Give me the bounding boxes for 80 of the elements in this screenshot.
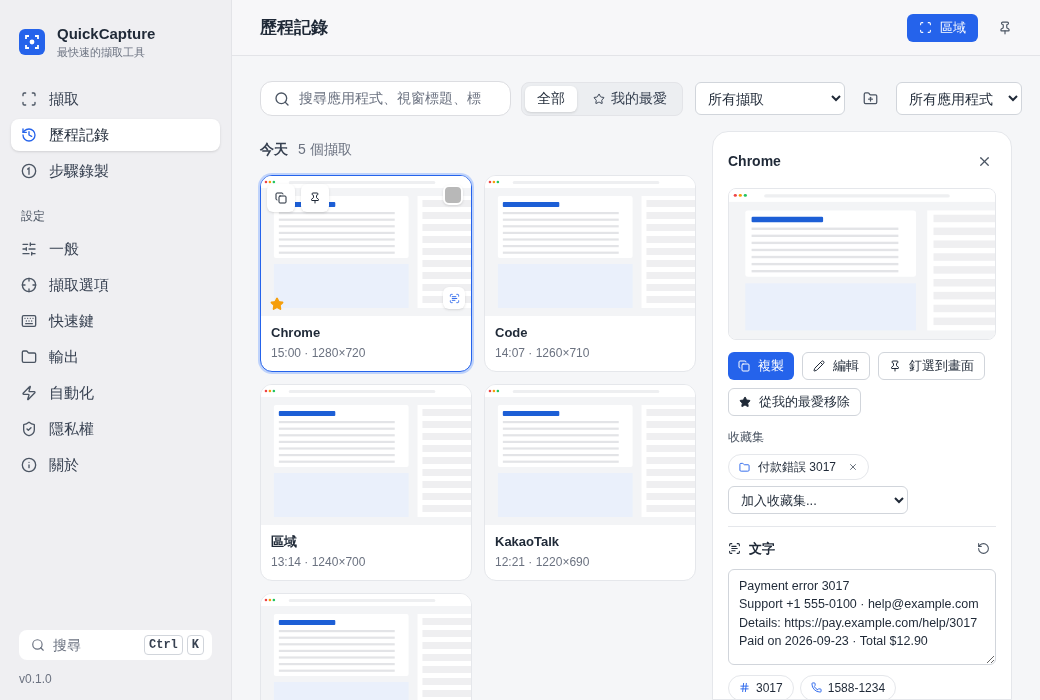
sidebar-item[interactable]: 歷程記錄 — [11, 119, 220, 151]
history-icon — [21, 127, 37, 143]
capture-title: KakaoTalk — [495, 534, 561, 550]
detail-title: Chrome — [728, 152, 782, 171]
pin-icon — [889, 360, 901, 372]
capture-meta: 15:00 · 1280×720 — [271, 345, 367, 361]
sidebar-item[interactable]: 一般 — [11, 233, 220, 265]
ocr-button[interactable] — [443, 287, 465, 309]
keyboard-icon — [21, 313, 37, 329]
sidebar-item[interactable]: 輸出 — [11, 341, 220, 373]
action-button[interactable]: 編輯 — [802, 352, 870, 380]
action-button[interactable]: 釘選到畫面 — [878, 352, 985, 380]
sidebar-item[interactable]: 擷取選項 — [11, 269, 220, 301]
search-field[interactable]: 搜尋應用程式、視窗標題、標 — [260, 81, 511, 116]
shortcut-key: Ctrl — [144, 635, 183, 655]
app-filter-select[interactable]: 所有應用程式 — [896, 82, 1022, 115]
text-scan-icon — [448, 292, 460, 304]
capture-card[interactable]: Chrome 15:00 · 1280×720 — [260, 175, 472, 372]
copy-button[interactable] — [267, 184, 295, 212]
capture-meta: 12:21 · 1220×690 — [495, 554, 591, 570]
pin-icon[interactable] — [998, 20, 1012, 35]
recognized-text-field[interactable]: Payment error 3017 Support +1 555-0100 · help@example.com Details: https://pay.example.com/help/3017 Paid on 2026-09-23 · Total $12.90 — [728, 568, 996, 665]
folder-icon — [21, 349, 37, 365]
capture-meta: 14:07 · 1260×710 — [495, 345, 591, 361]
app-name: QuickCapture — [57, 24, 156, 44]
section-heading: 設定 — [20, 208, 46, 225]
app-tagline: 最快速的擷取工具 — [57, 45, 146, 60]
step-icon — [21, 163, 37, 179]
star-icon — [593, 92, 605, 105]
region-button[interactable]: 區域 — [907, 13, 978, 42]
info-icon — [21, 457, 37, 473]
page-title: 歷程記錄 — [260, 16, 328, 39]
close-icon[interactable] — [977, 154, 992, 169]
sidebar-item[interactable]: 快速鍵 — [11, 305, 220, 337]
capture-title: Code — [495, 325, 529, 341]
copy-icon — [275, 192, 287, 204]
folder-icon — [739, 461, 750, 473]
capture-filter-select[interactable]: 所有擷取 — [695, 82, 845, 115]
hash-icon — [739, 682, 750, 693]
sidebar-item[interactable]: 自動化 — [11, 377, 220, 409]
capture-card[interactable]: Code 14:07 · 1260×710 — [484, 175, 696, 372]
refresh-icon[interactable] — [977, 542, 990, 556]
filter-tab[interactable]: 我的最愛 — [581, 85, 679, 112]
pencil-icon — [813, 360, 825, 372]
scan-icon — [21, 91, 37, 107]
folder-icon[interactable] — [863, 91, 878, 106]
sidebar-item[interactable]: 步驟錄製 — [11, 155, 220, 187]
filter-tab[interactable]: 全部 — [525, 85, 577, 112]
logo-icon — [19, 29, 45, 55]
section-heading: 文字 — [749, 540, 776, 558]
copy-icon — [738, 360, 750, 372]
sidebar-item[interactable]: 隱私權 — [11, 413, 220, 445]
version-label: v0.1.0 — [18, 671, 53, 688]
collections-label: 收藏集 — [728, 429, 765, 446]
action-button[interactable]: 從我的最愛移除 — [728, 388, 861, 416]
phone-icon — [810, 682, 822, 693]
lightning-icon — [21, 385, 37, 401]
shield-icon — [21, 421, 37, 437]
add-collection-select[interactable]: 加入收藏集... — [728, 486, 908, 514]
sidebar-item[interactable]: 擷取 — [11, 83, 220, 115]
capture-card[interactable]: KakaoTalk 12:21 · 1220×690 — [484, 384, 696, 581]
pin-icon — [309, 192, 321, 204]
capture-title: 區域 — [271, 534, 298, 550]
capture-meta: 13:14 · 1240×700 — [271, 554, 367, 570]
select-checkbox[interactable] — [443, 185, 463, 205]
crosshair-icon — [21, 277, 37, 293]
group-count: 5 個擷取 — [298, 139, 352, 159]
sidebar-item[interactable]: 關於 — [11, 449, 220, 481]
action-button[interactable]: 複製 — [728, 352, 794, 380]
star-icon — [739, 396, 751, 408]
sliders-icon — [21, 241, 37, 257]
capture-title: Chrome — [271, 325, 322, 341]
scan-icon — [919, 21, 932, 34]
search-icon — [274, 91, 290, 107]
capture-card[interactable]: 區域 13:14 · 1240×700 — [260, 384, 472, 581]
pin-button[interactable] — [301, 184, 329, 212]
text-scan-icon — [728, 542, 741, 556]
remove-icon[interactable] — [848, 462, 859, 472]
search-icon — [31, 638, 45, 652]
group-label: 今天 — [260, 139, 288, 159]
